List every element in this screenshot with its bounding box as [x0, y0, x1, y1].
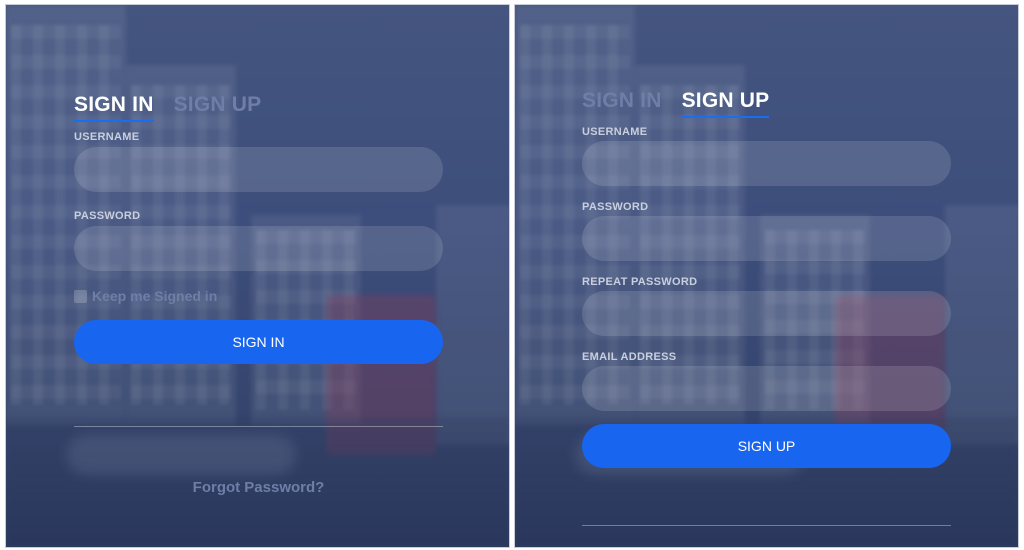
tab-sign-in[interactable]: SIGN IN [582, 89, 662, 118]
email-label: EMAIL ADDRESS [582, 351, 677, 363]
password-label: PASSWORD [74, 210, 141, 222]
tab-sign-in[interactable]: SIGN IN [74, 93, 154, 122]
username-label: USERNAME [582, 126, 648, 138]
username-input[interactable] [582, 141, 951, 186]
auth-tabs: SIGN IN SIGN UP [74, 93, 261, 122]
tab-sign-up[interactable]: SIGN UP [174, 93, 262, 122]
sign-up-button[interactable]: SIGN UP [582, 424, 951, 468]
tab-sign-up[interactable]: SIGN UP [681, 89, 770, 118]
username-label: USERNAME [74, 131, 140, 143]
signin-panel: SIGN IN SIGN UP USERNAME PASSWORD Keep m… [5, 4, 510, 548]
username-input[interactable] [74, 147, 443, 192]
signup-panel: SIGN IN SIGN UP USERNAME PASSWORD REPEAT… [514, 4, 1019, 548]
auth-tabs: SIGN IN SIGN UP [582, 89, 770, 118]
keep-signed-in-checkbox[interactable]: Keep me Signed in [74, 288, 217, 304]
divider [582, 525, 951, 526]
divider [74, 426, 443, 427]
checkbox-icon[interactable] [74, 289, 87, 303]
repeat-password-label: REPEAT PASSWORD [582, 276, 698, 288]
forgot-password-link[interactable]: Forgot Password? [74, 479, 443, 496]
keep-signed-in-label: Keep me Signed in [92, 288, 218, 304]
sign-in-button[interactable]: SIGN IN [74, 320, 443, 364]
page: SIGN IN SIGN UP USERNAME PASSWORD Keep m… [0, 0, 1024, 550]
password-input[interactable] [582, 216, 951, 261]
password-input[interactable] [74, 226, 443, 271]
password-label: PASSWORD [582, 201, 649, 213]
repeat-password-input[interactable] [582, 291, 951, 336]
email-input[interactable] [582, 366, 951, 411]
